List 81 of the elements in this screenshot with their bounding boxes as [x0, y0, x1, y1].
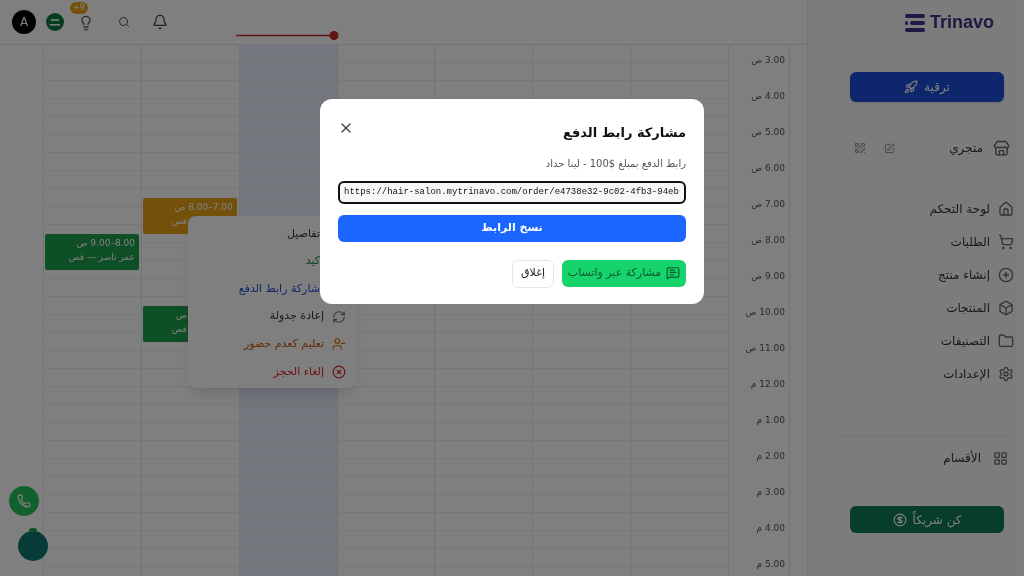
flag-icon[interactable]	[46, 13, 64, 31]
menu-item-label: إعادة جدولة	[269, 308, 324, 325]
time-label: 3.00 ص	[751, 55, 785, 65]
time-label: 1.00 م	[756, 415, 785, 425]
sidebar-item-label: إنشاء منتج	[938, 266, 990, 284]
event-title: عمر ناصر — قص	[68, 251, 135, 264]
qr-code-icon[interactable]	[854, 142, 866, 154]
event-title: قص	[171, 323, 187, 336]
event-time: 8.00–9.00 ص	[76, 237, 135, 250]
partner-button[interactable]: كن شريكاً	[850, 506, 1004, 533]
event-title: قص	[171, 215, 187, 228]
dialog-subtitle: رابط الدفع بمبلغ $100 - لينا حداد	[544, 156, 686, 171]
time-label: 5.00 م	[756, 559, 785, 569]
time-label: 4.00 م	[756, 523, 785, 533]
sidebar-item-label: الطلبات	[950, 233, 990, 251]
chat-icon	[666, 266, 681, 280]
home-icon	[998, 200, 1014, 217]
grid-icon	[993, 450, 1008, 466]
time-label: 11.00 ص	[745, 343, 785, 353]
time-label: 9.00 ص	[751, 271, 785, 281]
user-minus-icon	[332, 337, 346, 352]
sidebar-item[interactable]: إنشاء منتج	[850, 258, 1014, 291]
dialog-title: مشاركة رابط الدفع	[562, 124, 686, 142]
url-field[interactable]: https://hair-salon.mytrinavo.com/order/e4738e32-9c02-4fb3-94eb	[338, 180, 686, 204]
event-time: ص	[175, 309, 187, 322]
calendar-event[interactable]: 8.00–9.00 ص عمر ناصر — قص	[44, 234, 139, 270]
sidebar-item[interactable]: لوحة التحكم	[850, 192, 1014, 225]
time-label: 2.00 م	[756, 451, 785, 461]
logo-text: Trinavo	[929, 11, 994, 34]
menu-item-label: كيد	[305, 253, 320, 270]
folder-icon	[998, 332, 1014, 349]
sidebar-item[interactable]: الإعدادات	[850, 357, 1014, 390]
menu-item-label: شاركة رابط الدفع	[238, 280, 320, 297]
edit-icon[interactable]	[884, 142, 895, 154]
notification-bell-icon[interactable]	[152, 14, 168, 30]
time-label: 6.00 ص	[751, 163, 785, 173]
sidebar-item[interactable]: المنتجات	[850, 291, 1014, 324]
lightbulb-icon[interactable]	[78, 15, 94, 31]
time-label: 5.00 ص	[751, 127, 785, 137]
whatsapp-share-button[interactable]: مشاركة عبر واتساب	[562, 259, 686, 287]
time-label: 10.00 ص	[745, 307, 785, 317]
time-label: 7.00 ص	[751, 199, 785, 209]
close-button[interactable]: إغلاق	[512, 259, 554, 288]
menu-item[interactable]: إعادة جدولة	[188, 302, 356, 331]
sidebar-item[interactable]: الأقسام	[850, 447, 1008, 469]
user-avatar[interactable]: A	[12, 10, 36, 34]
settings-icon	[998, 365, 1014, 382]
whatsapp-button[interactable]	[9, 486, 39, 516]
phone-icon	[17, 494, 31, 508]
menu-item[interactable]: إلغاء الحجز	[188, 357, 356, 386]
sidebar-item[interactable]: الطلبات	[850, 225, 1014, 258]
logo-mark	[904, 13, 925, 32]
mascot-button[interactable]	[18, 527, 48, 561]
search-icon[interactable]	[118, 16, 130, 28]
rocket-icon	[904, 80, 919, 94]
sidebar-item-label: لوحة التحكم	[929, 200, 990, 218]
time-label: 12.00 م	[750, 379, 785, 389]
menu-item-label: تفاصيل	[287, 225, 320, 242]
menu-item[interactable]: تعليم كعدم حضور	[188, 330, 356, 358]
sidebar-item-label: الأقسام	[943, 449, 981, 467]
copy-link-button[interactable]: نسخ الرابط	[338, 214, 686, 242]
time-label: 4.00 ص	[751, 91, 785, 101]
sidebar-item-label: الإعدادات	[943, 365, 990, 383]
sidebar-item-label: المنتجات	[946, 299, 990, 317]
menu-item-label: إلغاء الحجز	[273, 363, 324, 380]
plus-circle-icon	[998, 266, 1014, 283]
store-name[interactable]: متجري	[949, 139, 983, 157]
store-icon	[993, 139, 1010, 157]
menu-item-label: تعليم كعدم حضور	[243, 335, 324, 352]
event-time: 7.00–8.00 ص	[174, 201, 233, 214]
sidebar-item[interactable]: التصنيفات	[850, 324, 1014, 357]
cart-icon	[998, 233, 1014, 250]
box-icon	[998, 299, 1014, 316]
cancel-circle-icon	[332, 364, 346, 379]
dollar-icon	[892, 512, 907, 527]
notification-badge: +9	[70, 2, 88, 14]
time-label: 3.00 م	[756, 487, 785, 497]
sidebar-item-label: التصنيفات	[940, 332, 990, 350]
refresh-icon	[332, 309, 346, 324]
upgrade-button[interactable]: ترقية	[850, 72, 1004, 102]
time-label: 8.00 ص	[751, 235, 785, 245]
